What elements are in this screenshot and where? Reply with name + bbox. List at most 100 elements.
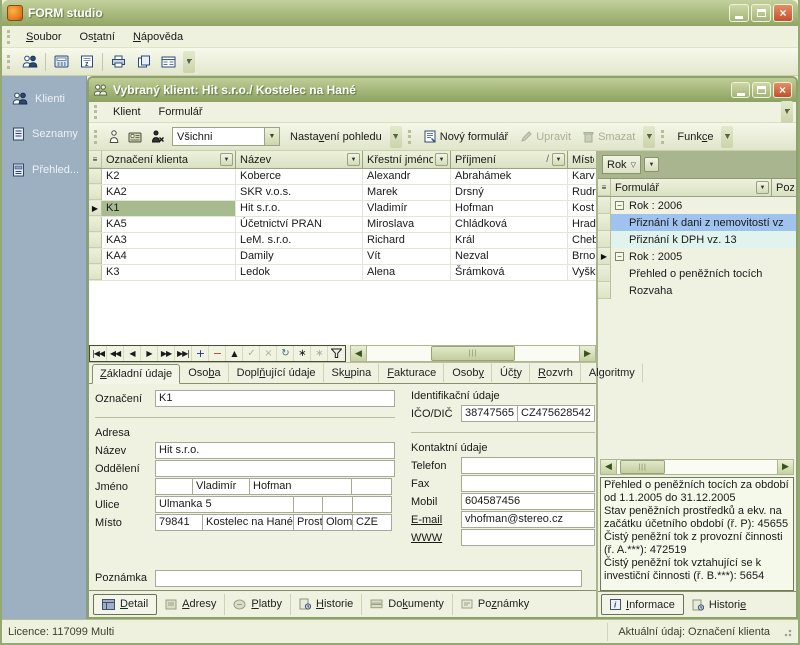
- toolbar-grip[interactable]: [94, 105, 99, 119]
- toolbar-overflow-button[interactable]: ▼: [390, 126, 402, 148]
- column-chooser-icon[interactable]: ≡: [89, 151, 102, 168]
- delete-form-button[interactable]: Smazat: [577, 126, 641, 148]
- client-delete-button[interactable]: [146, 125, 168, 148]
- toolbar-grip[interactable]: [7, 55, 12, 69]
- forms-horizontal-scrollbar[interactable]: ◀ ||| ▶: [600, 459, 794, 475]
- copy-button[interactable]: [131, 50, 156, 73]
- oddeleni-field[interactable]: [155, 460, 395, 477]
- tab-skupina[interactable]: Skupina: [324, 363, 380, 383]
- group-by-rok-button[interactable]: Rok ▽: [602, 155, 641, 174]
- tab-dokumenty[interactable]: Dokumenty: [362, 594, 453, 615]
- filter-dropdown-icon[interactable]: ▼: [756, 181, 769, 194]
- kraj-field[interactable]: Olom: [322, 514, 353, 531]
- grid-row[interactable]: KA3LeM. s.r.o.RichardKrálCheb: [89, 233, 596, 249]
- nazev-field[interactable]: Hit s.r.o.: [155, 442, 395, 459]
- print-button[interactable]: [106, 50, 131, 73]
- client-close-button[interactable]: ×: [773, 82, 792, 98]
- ulice-extra-field[interactable]: [352, 496, 392, 513]
- filter-dropdown-icon[interactable]: ▼: [220, 153, 233, 166]
- nav-edit-button[interactable]: ▲: [226, 346, 243, 361]
- scrollbar-thumb[interactable]: |||: [431, 346, 516, 361]
- toolbar-grip[interactable]: [7, 30, 12, 44]
- new-form-button[interactable]: Nový formulář: [418, 126, 514, 148]
- ulice-field[interactable]: Ulmanka 5: [155, 496, 294, 513]
- nav-prev-button[interactable]: ◀: [124, 346, 141, 361]
- functions-button[interactable]: Funkce: [671, 126, 719, 148]
- form-item-row[interactable]: Rozvaha: [598, 282, 796, 299]
- menu-overflow-button[interactable]: ▼: [781, 101, 793, 123]
- column-header-poz[interactable]: Poz: [772, 179, 796, 196]
- close-button[interactable]: ×: [773, 4, 793, 22]
- grid-row[interactable]: K3LedokAlenaŠrámkováVyšk: [89, 265, 596, 281]
- tab-doplnujici-udaje[interactable]: Doplňující údaje: [229, 363, 324, 383]
- scrollbar-thumb[interactable]: |||: [620, 460, 665, 474]
- menu-formular[interactable]: Formulář: [150, 103, 212, 121]
- nav-insert-button[interactable]: +: [192, 346, 209, 361]
- column-header-krestni-jmeno[interactable]: Křestní jméno▼: [363, 151, 451, 168]
- poznamka-field[interactable]: [155, 570, 582, 587]
- scroll-right-icon[interactable]: ▶: [579, 346, 595, 361]
- grid-row[interactable]: KA5Účetnictví PRANMiroslavaChládkováHrad: [89, 217, 596, 233]
- email-field[interactable]: vhofman@stereo.cz: [461, 511, 595, 528]
- maximize-button[interactable]: [751, 4, 771, 22]
- tab-fakturace[interactable]: Fakturace: [379, 363, 444, 383]
- nav-next-button[interactable]: ▶: [141, 346, 158, 361]
- form-item-row[interactable]: Přehled o peněžních tocích: [598, 265, 796, 282]
- misto-field[interactable]: Kostelec na Hané: [202, 514, 294, 531]
- view-settings-button[interactable]: Nastavení pohledu: [284, 126, 388, 148]
- grid-row-selected[interactable]: ▶ K1Hit s.r.o.VladimírHofmanKost: [89, 201, 596, 217]
- column-header-prijmeni[interactable]: Příjmení/▼: [451, 151, 568, 168]
- menu-ostatni[interactable]: Ostatní: [70, 28, 123, 46]
- sidebar-item-seznamy[interactable]: Seznamy: [2, 127, 86, 141]
- filter-dropdown-icon[interactable]: ▼: [552, 153, 565, 166]
- list-button[interactable]: [156, 50, 181, 73]
- column-header-misto[interactable]: Místo: [568, 151, 596, 168]
- www-field[interactable]: [461, 529, 595, 546]
- grid-row[interactable]: K2KoberceAlexandrAbrahámekKarv: [89, 169, 596, 185]
- ulice-cp-field[interactable]: [293, 496, 323, 513]
- edit-form-button[interactable]: Upravit: [514, 126, 577, 148]
- tab-adresy[interactable]: Adresy: [157, 594, 225, 615]
- column-header-formular[interactable]: Formulář▼: [611, 179, 772, 196]
- nav-last-button[interactable]: ▶▶|: [175, 346, 192, 361]
- nav-filter-button[interactable]: [328, 346, 345, 361]
- toolbar-grip[interactable]: [408, 130, 413, 144]
- toolbar-grip[interactable]: [661, 130, 666, 144]
- tab-algoritmy[interactable]: Algoritmy: [581, 363, 643, 383]
- tab-zakladni-udaje[interactable]: Základní údaje: [92, 364, 180, 384]
- client-edit-button[interactable]: [124, 125, 146, 148]
- minimize-button[interactable]: [729, 4, 749, 22]
- psc-field[interactable]: 79841: [155, 514, 203, 531]
- ulice-co-field[interactable]: [322, 496, 353, 513]
- group-filter-dropdown-icon[interactable]: ▼: [644, 157, 659, 172]
- tab-platby[interactable]: Platby: [225, 594, 291, 615]
- toolbar-overflow-button[interactable]: ▼: [721, 126, 733, 148]
- tab-historie-right[interactable]: Historie: [684, 594, 754, 615]
- oznaceni-field[interactable]: K1: [155, 390, 395, 407]
- chevron-down-icon[interactable]: ▼: [264, 128, 279, 145]
- collapse-icon[interactable]: −: [615, 201, 624, 210]
- stat-field[interactable]: CZE: [352, 514, 392, 531]
- menu-napoveda[interactable]: Nápověda: [124, 28, 192, 46]
- menu-klient[interactable]: Klient: [104, 103, 150, 121]
- forms-button[interactable]: z: [74, 50, 99, 73]
- sidebar-item-prehled[interactable]: Přehled...: [2, 163, 86, 177]
- nav-goto-bookmark-button[interactable]: ∗: [311, 346, 328, 361]
- okres-field[interactable]: Prost: [293, 514, 323, 531]
- collapse-icon[interactable]: −: [615, 252, 624, 261]
- nav-first-button[interactable]: |◀◀: [90, 346, 107, 361]
- nav-cancel-button[interactable]: ×: [260, 346, 277, 361]
- ico-field[interactable]: 38747565: [461, 405, 518, 422]
- form-item-row[interactable]: Přiznání k DPH vz. 13: [598, 231, 796, 248]
- toolbar-grip[interactable]: [94, 130, 99, 144]
- tab-informace[interactable]: i Informace: [601, 594, 684, 615]
- column-header-oznaceni-klienta[interactable]: Označení klienta▼: [102, 151, 236, 168]
- client-restore-button[interactable]: [752, 82, 771, 98]
- column-chooser-icon[interactable]: ≡: [598, 179, 611, 196]
- tab-historie[interactable]: Historie: [291, 594, 362, 615]
- dic-field[interactable]: CZ475628542: [517, 405, 595, 422]
- www-link-label[interactable]: WWW: [411, 532, 461, 544]
- jmeno-title-field[interactable]: [155, 478, 193, 495]
- tab-osoby[interactable]: Osoby: [444, 363, 492, 383]
- form-item-row-selected[interactable]: Přiznání k dani z nemovitostí vz: [598, 214, 796, 231]
